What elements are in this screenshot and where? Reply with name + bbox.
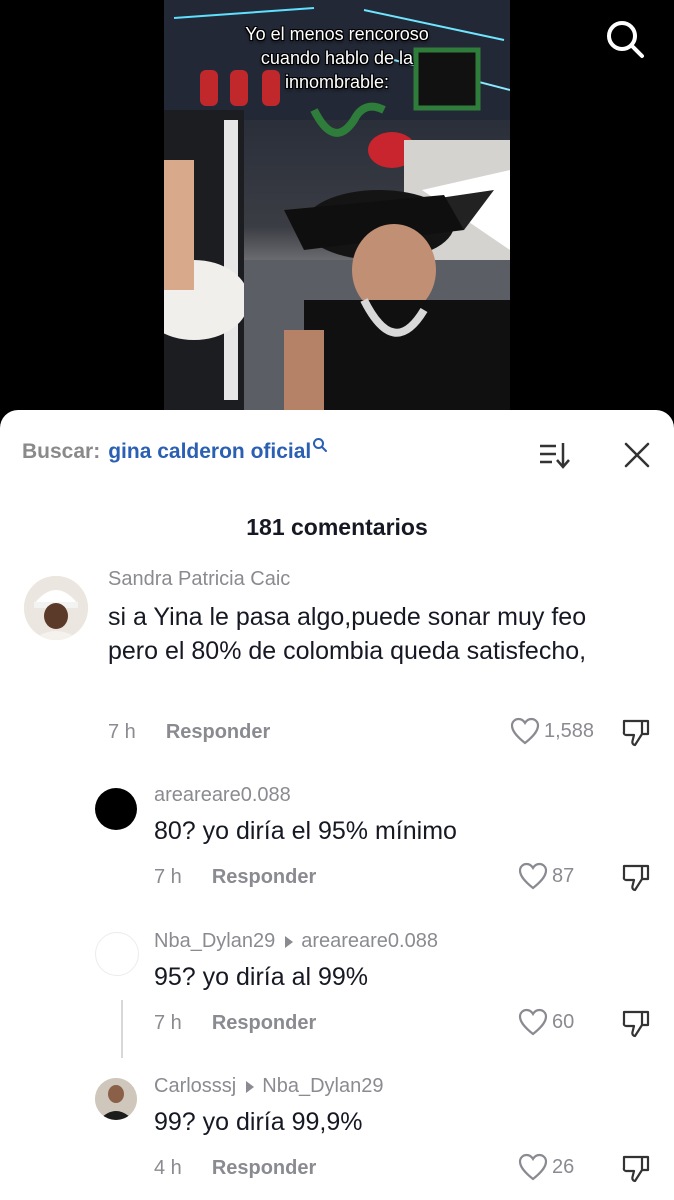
comment-username[interactable]: Sandra Patricia Caic (108, 568, 290, 591)
comment-username[interactable]: Carlosssj Nba_Dylan29 (154, 1075, 383, 1098)
comment-text: si a Yina le pasa algo,puede sonar muy f… (108, 603, 587, 665)
comment-time: 7 h (154, 866, 182, 888)
close-icon (624, 442, 650, 468)
avatar[interactable] (95, 932, 139, 976)
like-button[interactable]: 26 (518, 1153, 574, 1181)
reply-button[interactable]: Responder (212, 1157, 316, 1180)
comment-text: 99? yo diría 99,9% (154, 1108, 363, 1136)
like-button[interactable]: 1,588 (510, 717, 594, 745)
dislike-button[interactable] (620, 716, 652, 748)
comment-meta: 4 h Responder (154, 1157, 316, 1180)
video-area[interactable]: Yo el menos rencoroso cuando hablo de la… (0, 0, 674, 430)
comment-text: 80? yo diría el 95% mínimo (154, 817, 457, 845)
reply-to-username[interactable]: Nba_Dylan29 (262, 1075, 383, 1098)
like-count: 26 (552, 1155, 575, 1178)
sort-button[interactable] (536, 438, 572, 472)
avatar-image (24, 576, 88, 640)
thumbs-down-icon (622, 719, 650, 747)
avatar[interactable] (95, 1078, 137, 1120)
reply-button[interactable]: Responder (166, 721, 270, 744)
reply-to-username[interactable]: areareare0.088 (301, 930, 438, 953)
comment-time: 7 h (154, 1012, 182, 1034)
comment-time: 7 h (108, 721, 136, 743)
heart-icon (510, 717, 540, 745)
search-prefix: Buscar: (22, 440, 101, 463)
thumbs-down-icon (622, 1010, 650, 1038)
avatar[interactable] (24, 576, 88, 640)
like-button[interactable]: 87 (518, 862, 574, 890)
comment-username[interactable]: Nba_Dylan29 areareare0.088 (154, 930, 438, 953)
thumbs-down-icon (622, 864, 650, 892)
sort-icon (540, 443, 570, 469)
username-link[interactable]: Sandra Patricia Caic (108, 568, 290, 591)
thumbs-down-icon (622, 1155, 650, 1183)
search-query-link[interactable]: gina calderon oficial (108, 440, 311, 464)
comment-time: 4 h (154, 1157, 182, 1179)
comments-sheet: Buscar: gina calderon oficial 181 coment… (0, 410, 674, 1200)
username-link[interactable]: Carlosssj (154, 1075, 236, 1098)
username-link[interactable]: Nba_Dylan29 (154, 930, 275, 953)
reply-button[interactable]: Responder (212, 866, 316, 889)
comment-text: 95? yo diría al 99% (154, 963, 369, 991)
comment-count: 181 comentarios (246, 514, 428, 540)
dislike-button[interactable] (620, 1152, 652, 1184)
like-button[interactable]: 60 (518, 1008, 574, 1036)
username-link[interactable]: areareare0.088 (154, 784, 291, 807)
video-caption: Yo el menos rencoroso cuando hablo de la… (245, 24, 429, 92)
thread-line (121, 1000, 123, 1058)
search-icon (607, 21, 644, 58)
dislike-button[interactable] (620, 1007, 652, 1039)
comment-meta: 7 h Responder (154, 866, 316, 889)
reply-button[interactable]: Responder (212, 1012, 316, 1035)
like-count: 1,588 (544, 719, 595, 742)
search-query-icon (313, 438, 328, 452)
like-count: 87 (552, 864, 575, 887)
comment-search-suggestion[interactable]: Buscar: gina calderon oficial (22, 438, 328, 464)
reply-arrow-icon (285, 935, 294, 948)
reply-arrow-icon (246, 1080, 255, 1093)
dislike-button[interactable] (620, 861, 652, 893)
like-count: 60 (552, 1010, 575, 1033)
heart-icon (518, 862, 548, 890)
avatar-image (95, 1078, 137, 1120)
comment-meta: 7 h Responder (154, 1012, 316, 1035)
video-frame[interactable]: Yo el menos rencoroso cuando hablo de la… (164, 0, 510, 412)
close-button[interactable] (620, 438, 654, 472)
heart-icon (518, 1153, 548, 1181)
top-search-button[interactable] (604, 18, 646, 60)
comment-username[interactable]: areareare0.088 (154, 784, 291, 807)
comment-meta: 7 h Responder (108, 721, 270, 744)
avatar[interactable] (95, 788, 137, 830)
heart-icon (518, 1008, 548, 1036)
